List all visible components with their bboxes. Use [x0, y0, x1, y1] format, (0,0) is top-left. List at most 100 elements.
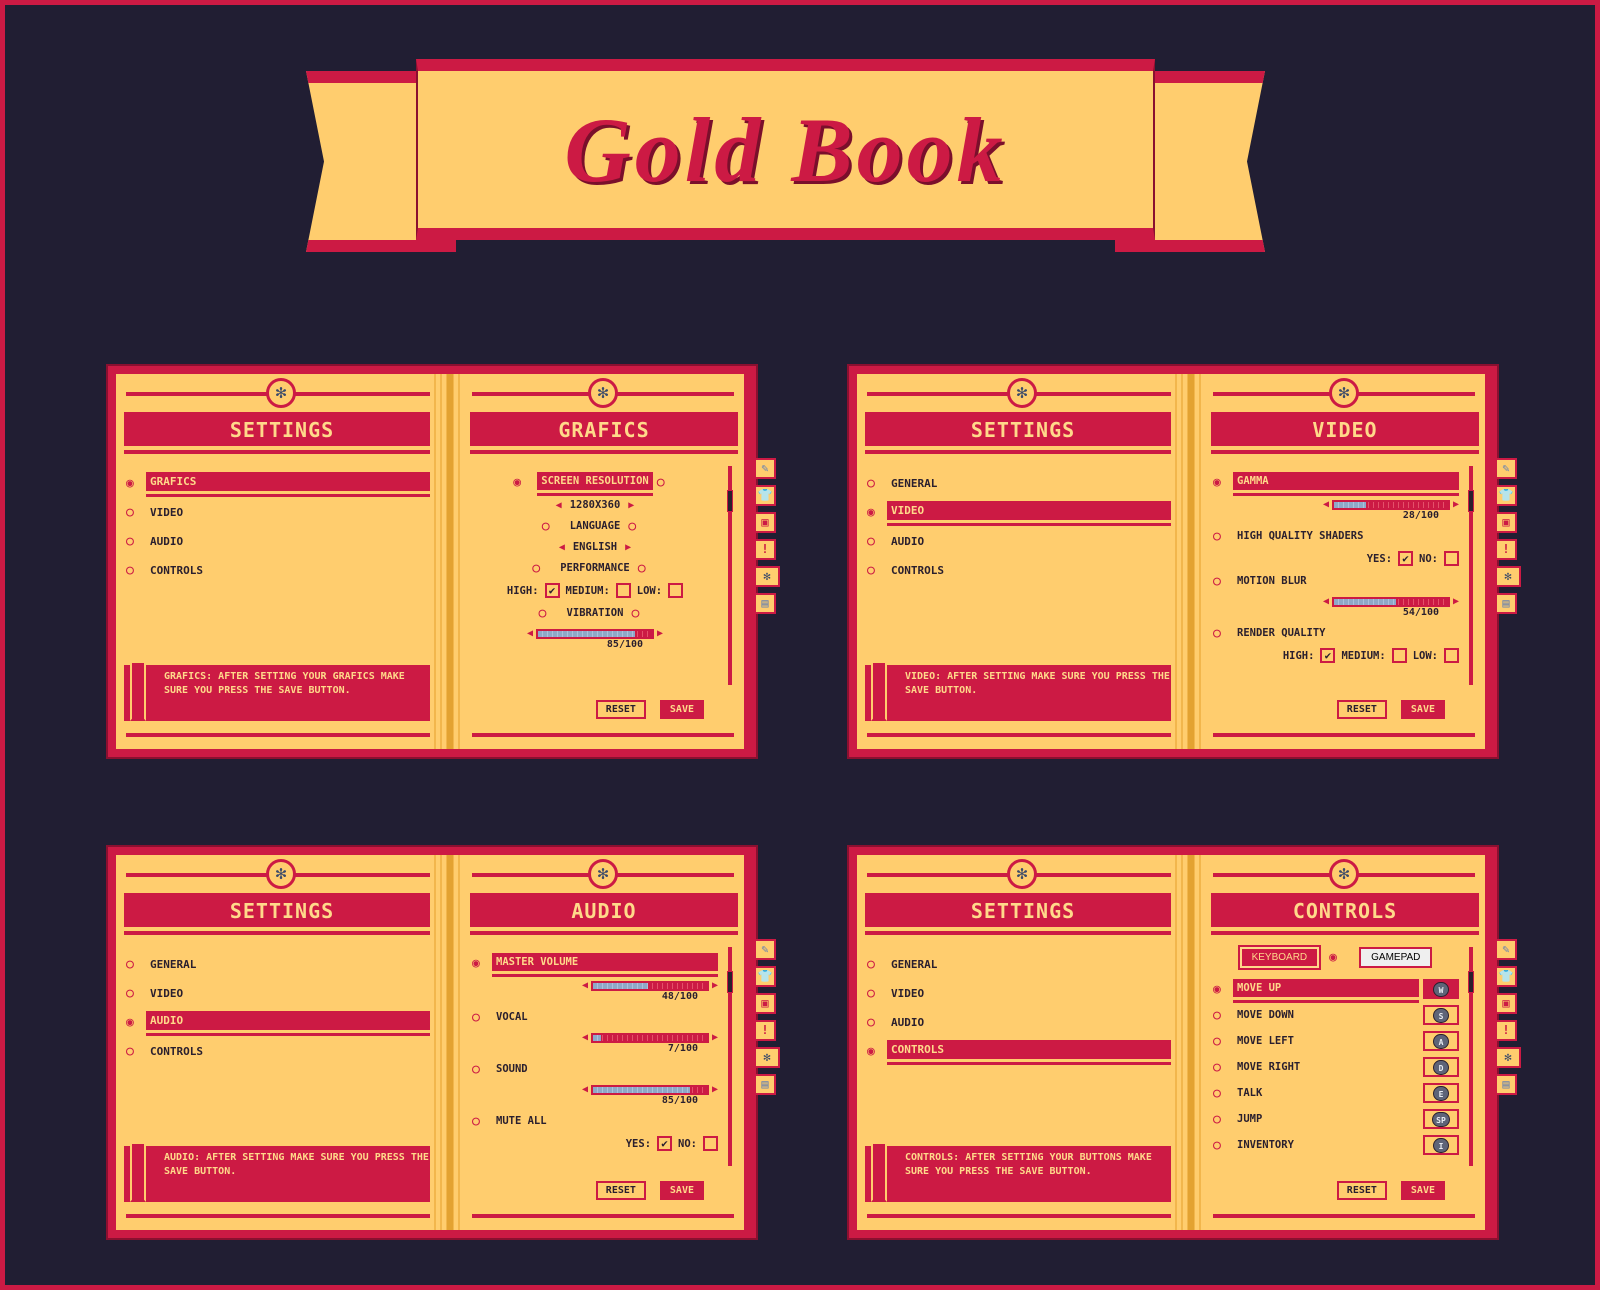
- keybind-row[interactable]: ◉ MOVE UP W: [1213, 978, 1459, 1000]
- setting-header[interactable]: ○ PERFORMANCE ○: [532, 559, 658, 577]
- arrow-right-icon[interactable]: ▶: [712, 980, 718, 991]
- arrow-left-icon[interactable]: ◀: [582, 980, 588, 991]
- quest-book-icon[interactable]: !: [754, 1020, 776, 1041]
- menu-item-video[interactable]: ○ VIDEO: [126, 982, 440, 1004]
- setting-row[interactable]: ◉ GAMMA: [1213, 472, 1459, 493]
- slider-track[interactable]: [536, 628, 654, 639]
- quest-book-icon[interactable]: !: [1495, 539, 1517, 560]
- arrow-right-icon[interactable]: ▶: [628, 500, 634, 511]
- setting-header[interactable]: ○ LANGUAGE ○: [542, 517, 649, 535]
- keybind-row[interactable]: ○ MOVE RIGHT D: [1213, 1056, 1459, 1078]
- arrow-left-icon[interactable]: ◀: [582, 1032, 588, 1043]
- gear-icon[interactable]: ✻: [754, 1047, 780, 1068]
- quill-icon[interactable]: ✎: [1495, 458, 1517, 479]
- checkbox-yes[interactable]: ✔: [1398, 551, 1414, 566]
- gear-icon[interactable]: ✻: [1495, 1047, 1521, 1068]
- gear-icon[interactable]: ✻: [754, 566, 780, 587]
- bag-icon[interactable]: ▣: [1495, 993, 1517, 1014]
- key-binding-button[interactable]: A: [1423, 1031, 1459, 1051]
- shirt-icon[interactable]: 👕: [754, 485, 776, 506]
- scrollbar-thumb[interactable]: [1468, 971, 1474, 993]
- arrow-left-icon[interactable]: ◀: [582, 1084, 588, 1095]
- reset-button[interactable]: RESET: [1336, 1181, 1387, 1200]
- quill-icon[interactable]: ✎: [754, 458, 776, 479]
- slider[interactable]: ◀ ▶ 28/100: [1323, 499, 1459, 521]
- checkbox-high[interactable]: ✔: [544, 583, 560, 598]
- slider[interactable]: ◀ ▶ 7/100: [582, 1032, 718, 1054]
- tab-gamepad[interactable]: GAMEPAD: [1359, 947, 1433, 968]
- slider[interactable]: ◀ ▶ 54/100: [1323, 596, 1459, 618]
- setting-row[interactable]: ○ MUTE ALL: [472, 1112, 718, 1130]
- arrow-left-icon[interactable]: ◀: [559, 542, 565, 553]
- keybind-row[interactable]: ○ JUMP SP: [1213, 1108, 1459, 1130]
- save-disk-icon[interactable]: ▤: [754, 593, 776, 614]
- keybind-row[interactable]: ○ MOVE LEFT A: [1213, 1030, 1459, 1052]
- checkbox-low[interactable]: [1444, 648, 1459, 663]
- checkbox-no[interactable]: [703, 1136, 718, 1151]
- arrow-left-icon[interactable]: ◀: [1323, 596, 1329, 607]
- key-binding-button[interactable]: D: [1423, 1057, 1459, 1077]
- reset-button[interactable]: RESET: [595, 1181, 646, 1200]
- arrow-right-icon[interactable]: ▶: [657, 628, 663, 639]
- arrow-right-icon[interactable]: ▶: [712, 1032, 718, 1043]
- shirt-icon[interactable]: 👕: [1495, 966, 1517, 987]
- keybind-row[interactable]: ○ INVENTORY I: [1213, 1134, 1459, 1156]
- bag-icon[interactable]: ▣: [1495, 512, 1517, 533]
- scrollbar[interactable]: [1468, 947, 1474, 1166]
- menu-item-grafics[interactable]: ◉ GRAFICS: [126, 472, 440, 494]
- save-disk-icon[interactable]: ▤: [1495, 1074, 1517, 1095]
- setting-row[interactable]: ○ RENDER QUALITY: [1213, 624, 1459, 642]
- key-binding-button[interactable]: SP: [1423, 1109, 1459, 1129]
- arrow-right-icon[interactable]: ▶: [1453, 499, 1459, 510]
- checkbox-high[interactable]: ✔: [1320, 648, 1336, 663]
- menu-item-audio[interactable]: ○ AUDIO: [867, 1011, 1181, 1033]
- scrollbar-thumb[interactable]: [727, 490, 733, 512]
- quill-icon[interactable]: ✎: [1495, 939, 1517, 960]
- arrow-left-icon[interactable]: ◀: [527, 628, 533, 639]
- setting-row[interactable]: ○ HIGH QUALITY SHADERS: [1213, 527, 1459, 545]
- setting-row[interactable]: ○ VOCAL: [472, 1008, 718, 1026]
- menu-item-general[interactable]: ○ GENERAL: [867, 472, 1181, 494]
- slider[interactable]: ◀ ▶ 85/100: [527, 628, 663, 650]
- scrollbar[interactable]: [727, 947, 733, 1166]
- tab-keyboard[interactable]: KEYBOARD: [1237, 945, 1322, 970]
- key-binding-button[interactable]: I: [1423, 1135, 1459, 1155]
- bag-icon[interactable]: ▣: [754, 512, 776, 533]
- menu-item-audio[interactable]: ○ AUDIO: [126, 530, 440, 552]
- reset-button[interactable]: RESET: [595, 700, 646, 719]
- arrow-left-icon[interactable]: ◀: [556, 500, 562, 511]
- save-disk-icon[interactable]: ▤: [1495, 593, 1517, 614]
- scrollbar-thumb[interactable]: [1468, 490, 1474, 512]
- slider-track[interactable]: [590, 1032, 709, 1043]
- slider-track[interactable]: [1331, 499, 1450, 510]
- slider-track[interactable]: [590, 980, 709, 991]
- menu-item-video[interactable]: ○ VIDEO: [867, 982, 1181, 1004]
- menu-item-controls[interactable]: ○ CONTROLS: [867, 559, 1181, 581]
- menu-item-controls[interactable]: ◉ CONTROLS: [867, 1040, 1181, 1062]
- keybind-row[interactable]: ○ MOVE DOWN S: [1213, 1004, 1459, 1026]
- scrollbar[interactable]: [1468, 466, 1474, 685]
- menu-item-audio[interactable]: ○ AUDIO: [867, 530, 1181, 552]
- setting-header[interactable]: ◉ SCREEN RESOLUTION ○: [513, 472, 676, 493]
- menu-item-video[interactable]: ◉ VIDEO: [867, 501, 1181, 523]
- save-button[interactable]: SAVE: [659, 700, 704, 719]
- quest-book-icon[interactable]: !: [754, 539, 776, 560]
- slider[interactable]: ◀ ▶ 85/100: [582, 1084, 718, 1106]
- menu-item-controls[interactable]: ○ CONTROLS: [126, 1040, 440, 1062]
- key-binding-button[interactable]: W: [1423, 979, 1459, 999]
- arrow-left-icon[interactable]: ◀: [1323, 499, 1329, 510]
- quill-icon[interactable]: ✎: [754, 939, 776, 960]
- menu-item-general[interactable]: ○ GENERAL: [126, 953, 440, 975]
- checkbox-medium[interactable]: [1391, 648, 1407, 663]
- menu-item-video[interactable]: ○ VIDEO: [126, 501, 440, 523]
- checkbox-no[interactable]: [1444, 551, 1459, 566]
- setting-row[interactable]: ○ SOUND: [472, 1060, 718, 1078]
- gear-icon[interactable]: ✻: [1495, 566, 1521, 587]
- reset-button[interactable]: RESET: [1336, 700, 1387, 719]
- setting-row[interactable]: ◉ MASTER VOLUME: [472, 953, 718, 974]
- save-button[interactable]: SAVE: [1400, 700, 1445, 719]
- checkbox-yes[interactable]: ✔: [657, 1136, 673, 1151]
- setting-header[interactable]: ○ VIBRATION ○: [539, 604, 652, 622]
- arrow-right-icon[interactable]: ▶: [712, 1084, 718, 1095]
- arrow-right-icon[interactable]: ▶: [1453, 596, 1459, 607]
